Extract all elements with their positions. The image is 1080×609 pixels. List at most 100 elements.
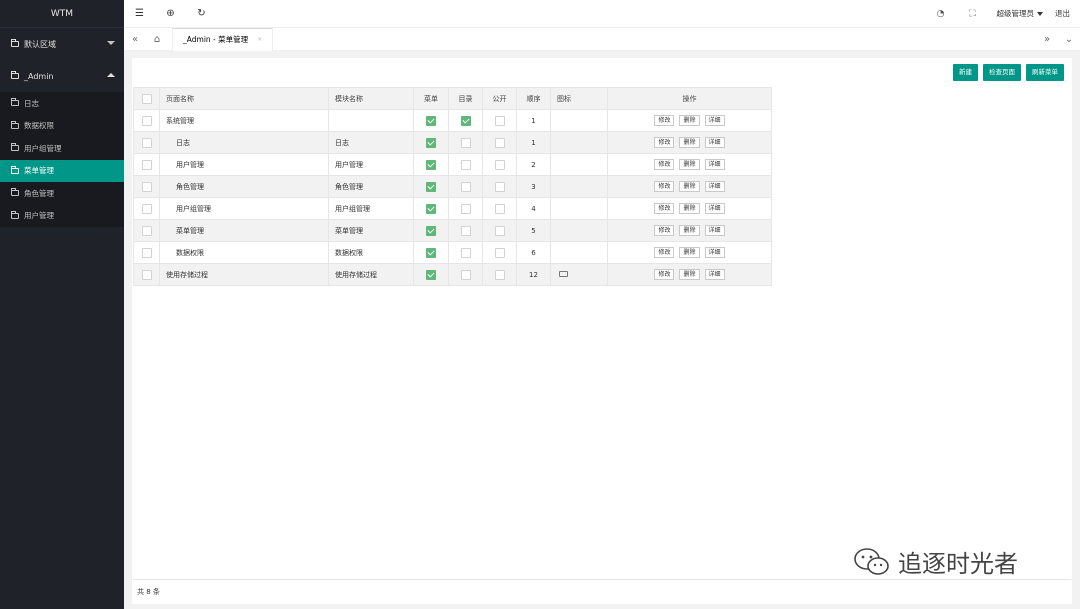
edit-button[interactable]: 修改: [654, 203, 675, 214]
detail-button[interactable]: 详细: [704, 137, 725, 148]
column-header[interactable]: 图标: [550, 87, 608, 110]
folder-checkbox[interactable]: [460, 225, 471, 236]
menu-checkbox[interactable]: [426, 203, 436, 214]
icon-cell: [550, 219, 608, 242]
menu-checkbox[interactable]: [426, 225, 436, 236]
sidebar-item-user[interactable]: 用户管理: [0, 205, 124, 228]
sidebar-item-menu[interactable]: 菜单管理: [0, 159, 124, 182]
folder-checkbox[interactable]: [460, 137, 471, 148]
column-header[interactable]: 公开: [482, 87, 517, 110]
detail-button[interactable]: 详细: [704, 269, 725, 280]
folder-checkbox[interactable]: [460, 115, 471, 126]
column-header[interactable]: 顺序: [516, 87, 551, 110]
row-checkbox[interactable]: [141, 203, 152, 214]
column-header[interactable]: 目录: [448, 87, 483, 110]
menu-checkbox[interactable]: [426, 269, 436, 280]
tabs-scroll-left-icon[interactable]: «: [124, 34, 146, 45]
public-cell: [482, 263, 517, 286]
tab-close-icon[interactable]: ×: [257, 36, 262, 43]
sidebar-item-data-privilege[interactable]: 数据权限: [0, 115, 124, 138]
tabs-scroll-right-icon[interactable]: »: [1036, 34, 1058, 45]
detail-button[interactable]: 详细: [704, 115, 725, 126]
new-button[interactable]: 新建: [953, 64, 978, 81]
menu-cell: [413, 153, 449, 176]
home-icon[interactable]: ⌂: [146, 34, 168, 45]
sidebar-group-admin[interactable]: _Admin: [0, 60, 124, 92]
tab-menu-management[interactable]: _Admin - 菜单管理 ×: [172, 27, 274, 51]
edit-button[interactable]: 修改: [654, 269, 675, 280]
menu-cell: [413, 241, 449, 264]
delete-button[interactable]: 删除: [679, 203, 700, 214]
refresh-menu-button[interactable]: 刷新菜单: [1026, 64, 1064, 81]
globe-icon[interactable]: ⊕: [155, 8, 186, 19]
detail-button[interactable]: 详细: [704, 159, 725, 170]
edit-button[interactable]: 修改: [654, 225, 675, 236]
row-checkbox[interactable]: [141, 159, 152, 170]
delete-button[interactable]: 删除: [679, 137, 700, 148]
theme-icon[interactable]: ◔: [925, 9, 957, 19]
folder-cell: [448, 153, 483, 176]
menu-checkbox[interactable]: [426, 115, 436, 126]
menu-checkbox[interactable]: [426, 137, 436, 148]
public-checkbox[interactable]: [494, 247, 505, 258]
sidebar-item-role[interactable]: 角色管理: [0, 182, 124, 205]
delete-button[interactable]: 删除: [679, 247, 700, 258]
public-checkbox[interactable]: [494, 115, 505, 126]
sidebar-item-user-group[interactable]: 用户组管理: [0, 137, 124, 160]
menu-checkbox[interactable]: [426, 181, 436, 192]
delete-button[interactable]: 删除: [679, 181, 700, 192]
row-checkbox[interactable]: [141, 181, 152, 192]
column-header[interactable]: 模块名称: [328, 87, 414, 110]
tabs-dropdown-icon[interactable]: ⌄: [1058, 34, 1080, 45]
sidebar-group-default[interactable]: 默认区域: [0, 28, 124, 60]
public-checkbox[interactable]: [494, 225, 505, 236]
column-header[interactable]: 菜单: [413, 87, 449, 110]
delete-button[interactable]: 删除: [679, 225, 700, 236]
logout-link[interactable]: 退出: [1051, 8, 1080, 19]
folder-checkbox[interactable]: [460, 159, 471, 170]
edit-button[interactable]: 修改: [654, 115, 675, 126]
sidebar-group-label: 默认区域: [24, 39, 56, 49]
detail-button[interactable]: 详细: [704, 203, 725, 214]
detail-button[interactable]: 详细: [704, 225, 725, 236]
watermark: 追逐时光者: [852, 544, 1018, 579]
menu-icon[interactable]: ☰: [124, 8, 155, 19]
public-checkbox[interactable]: [494, 203, 505, 214]
page-name-cell: 系统管理: [159, 109, 329, 132]
top-header: ☰ ⊕ ↻ ◔ ⛶ 超级管理员 退出: [124, 0, 1080, 28]
edit-button[interactable]: 修改: [654, 137, 675, 148]
sidebar-item-label: 数据权限: [24, 121, 54, 131]
menu-checkbox[interactable]: [426, 159, 436, 170]
row-checkbox[interactable]: [141, 115, 152, 126]
row-select-cell: [133, 263, 160, 286]
refresh-icon[interactable]: ↻: [186, 8, 217, 19]
row-checkbox[interactable]: [141, 225, 152, 236]
edit-button[interactable]: 修改: [654, 159, 675, 170]
check-page-button[interactable]: 检查页面: [983, 64, 1021, 81]
row-checkbox[interactable]: [141, 247, 152, 258]
folder-checkbox[interactable]: [460, 247, 471, 258]
folder-checkbox[interactable]: [460, 203, 471, 214]
row-checkbox[interactable]: [141, 137, 152, 148]
select-all-checkbox[interactable]: [141, 93, 152, 104]
user-menu[interactable]: 超级管理员: [989, 8, 1052, 19]
folder-checkbox[interactable]: [460, 181, 471, 192]
edit-button[interactable]: 修改: [654, 181, 675, 192]
delete-button[interactable]: 删除: [679, 159, 700, 170]
detail-button[interactable]: 详细: [704, 181, 725, 192]
menu-checkbox[interactable]: [426, 247, 436, 258]
public-checkbox[interactable]: [494, 137, 505, 148]
delete-button[interactable]: 删除: [679, 115, 700, 126]
fullscreen-icon[interactable]: ⛶: [957, 9, 989, 19]
public-checkbox[interactable]: [494, 159, 505, 170]
folder-checkbox[interactable]: [460, 269, 471, 280]
public-checkbox[interactable]: [494, 269, 505, 280]
module-name-cell: 日志: [328, 131, 414, 154]
row-checkbox[interactable]: [141, 269, 152, 280]
delete-button[interactable]: 删除: [679, 269, 700, 280]
edit-button[interactable]: 修改: [654, 247, 675, 258]
public-checkbox[interactable]: [494, 181, 505, 192]
column-header[interactable]: 页面名称: [159, 87, 329, 110]
sidebar-item-log[interactable]: 日志: [0, 92, 124, 115]
detail-button[interactable]: 详细: [704, 247, 725, 258]
